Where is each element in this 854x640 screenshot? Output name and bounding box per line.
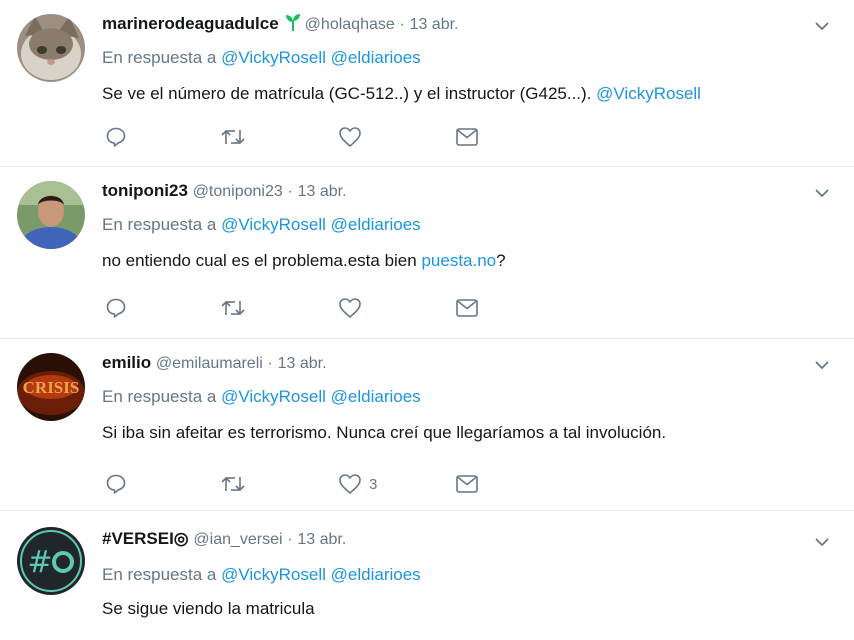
handle[interactable]: @toniponi23 <box>193 183 283 200</box>
separator-dot: · <box>287 531 293 548</box>
tweet: marinerodeaguadulce @holaqhase · 13 abr. … <box>0 0 854 167</box>
chevron-down-icon[interactable] <box>812 355 832 375</box>
tweet-text: Se ve el número de matrícula (GC-512..) … <box>102 82 701 106</box>
display-name[interactable]: marinerodeaguadulce <box>102 14 279 33</box>
mention-link[interactable]: @VickyRosell <box>221 387 326 406</box>
handle[interactable]: @emilaumareli <box>156 355 263 372</box>
separator-dot: · <box>267 355 273 372</box>
tweet-body: Si iba sin afeitar es terrorismo. Nunca … <box>102 423 667 442</box>
reply-context: En respuesta a @VickyRosell @eldiarioes <box>102 214 421 236</box>
timestamp[interactable]: 13 abr. <box>278 355 327 372</box>
mention-link[interactable]: @VickyRosell <box>221 565 326 584</box>
mention-link[interactable]: @eldiarioes <box>331 48 421 67</box>
tweet-header: #VERSEI◎ @ian_versei · 13 abr. <box>102 528 346 551</box>
reply-prefix: En respuesta a <box>102 387 217 406</box>
tweet-text: Si iba sin afeitar es terrorismo. Nunca … <box>102 421 666 445</box>
avatar[interactable]: # <box>17 527 85 595</box>
reply-context: En respuesta a @VickyRosell @eldiarioes <box>102 386 421 408</box>
tweet: CRISIS emilio @emilaumareli · 13 abr. En… <box>0 339 854 511</box>
timestamp[interactable]: 13 abr. <box>410 16 459 33</box>
heart-icon[interactable] <box>338 297 369 319</box>
display-name[interactable]: emilio <box>102 353 151 372</box>
tweet-text: Se sigue viendo la matricula <box>102 597 315 621</box>
reply-prefix: En respuesta a <box>102 215 217 234</box>
avatar[interactable] <box>17 14 85 82</box>
mention-link[interactable]: @eldiarioes <box>331 215 421 234</box>
display-name[interactable]: toniponi23 <box>102 181 188 200</box>
mention-link[interactable]: @VickyRosell <box>221 48 326 67</box>
like-count: 3 <box>369 475 378 493</box>
tweet: # #VERSEI◎ @ian_versei · 13 abr. En resp… <box>0 511 854 640</box>
chevron-down-icon[interactable] <box>812 183 832 203</box>
timestamp[interactable]: 13 abr. <box>298 183 347 200</box>
tweet-body: Se ve el número de matrícula (GC-512..) … <box>102 84 592 103</box>
heart-icon[interactable] <box>338 126 369 148</box>
retweet-icon[interactable] <box>220 297 246 319</box>
reply-prefix: En respuesta a <box>102 48 217 67</box>
message-icon[interactable] <box>455 126 479 148</box>
handle[interactable]: @ian_versei <box>193 531 282 548</box>
tweet-suffix: ? <box>496 251 506 270</box>
heart-icon[interactable]: 3 <box>338 473 377 495</box>
reply-icon[interactable] <box>105 473 127 495</box>
mention-link[interactable]: @eldiarioes <box>331 565 421 584</box>
mention-link[interactable]: @VickyRosell <box>221 215 326 234</box>
tweet-header: emilio @emilaumareli · 13 abr. <box>102 352 327 375</box>
tweet-body: no entiendo cual es el problema.esta bie… <box>102 251 417 270</box>
separator-dot: · <box>399 16 405 33</box>
chevron-down-icon[interactable] <box>812 532 832 552</box>
reply-prefix: En respuesta a <box>102 565 217 584</box>
tweet-text: no entiendo cual es el problema.esta bie… <box>102 249 506 273</box>
reply-context: En respuesta a @VickyRosell @eldiarioes <box>102 564 421 586</box>
reply-icon[interactable] <box>105 126 127 148</box>
reply-icon[interactable] <box>105 297 127 319</box>
handle[interactable]: @holaqhase <box>305 16 395 33</box>
reply-context: En respuesta a @VickyRosell @eldiarioes <box>102 47 421 69</box>
tweet: toniponi23 @toniponi23 · 13 abr. En resp… <box>0 167 854 339</box>
retweet-icon[interactable] <box>220 473 246 495</box>
timestamp[interactable]: 13 abr. <box>297 531 346 548</box>
svg-text:#: # <box>27 545 52 580</box>
avatar-logo-text: CRISIS <box>23 378 80 397</box>
tweet-header: toniponi23 @toniponi23 · 13 abr. <box>102 180 347 203</box>
tweet-body: Se sigue viendo la matricula <box>102 599 315 618</box>
chevron-down-icon[interactable] <box>812 16 832 36</box>
sprout-icon <box>285 13 301 37</box>
retweet-icon[interactable] <box>220 126 246 148</box>
message-icon[interactable] <box>455 473 479 495</box>
tweet-header: marinerodeaguadulce @holaqhase · 13 abr. <box>102 13 459 37</box>
avatar[interactable]: CRISIS <box>17 353 85 421</box>
separator-dot: · <box>287 183 293 200</box>
mention-link[interactable]: @eldiarioes <box>331 387 421 406</box>
tweet-link[interactable]: puesta.no <box>421 251 496 270</box>
tweet-link[interactable]: @VickyRosell <box>596 84 701 103</box>
display-name[interactable]: #VERSEI◎ <box>102 529 189 548</box>
avatar[interactable] <box>17 181 85 249</box>
message-icon[interactable] <box>455 297 479 319</box>
